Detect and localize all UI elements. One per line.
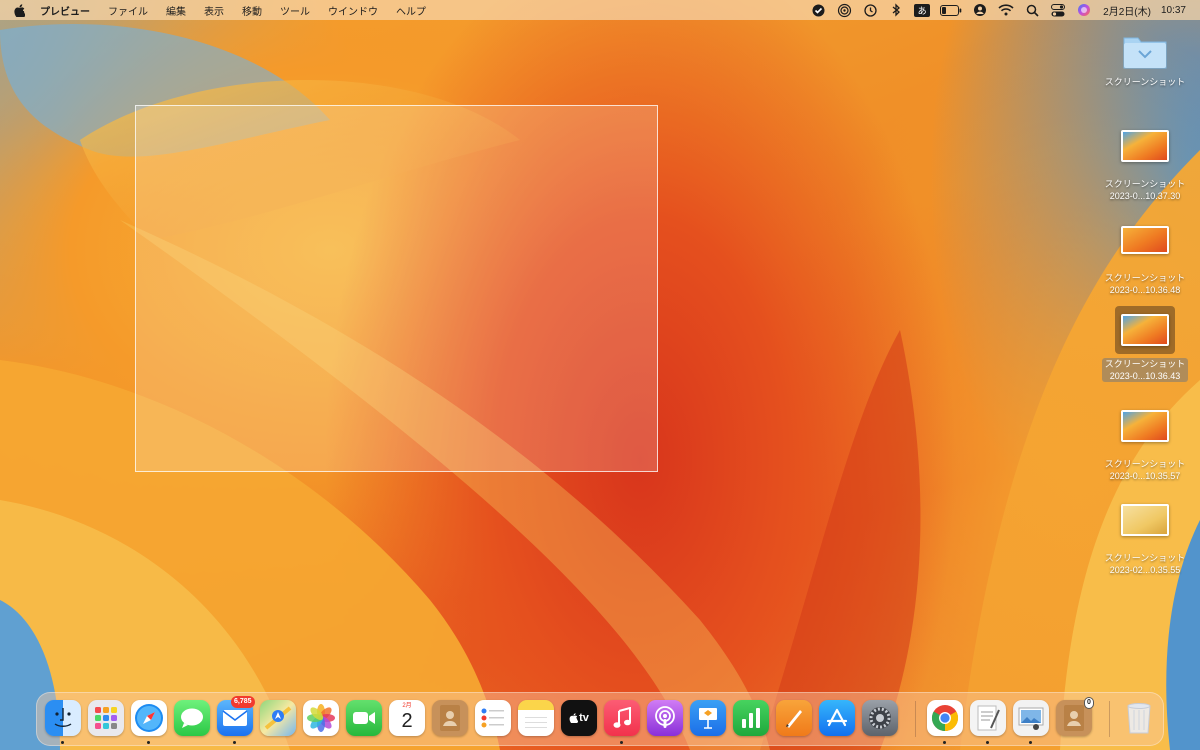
- dock-separator: [915, 701, 916, 737]
- dock-calendar-icon[interactable]: 2月 2: [389, 700, 425, 736]
- desktop-file-screenshot-3-selected[interactable]: スクリーンショット 2023-0...10.36.43: [1090, 306, 1200, 382]
- dock-separator: [1109, 701, 1110, 737]
- folder-icon: [1122, 34, 1168, 70]
- dock-messages-icon[interactable]: [174, 700, 210, 736]
- dock-numbers-icon[interactable]: [733, 700, 769, 736]
- running-indicator: [986, 741, 989, 744]
- selection-rectangle: [135, 105, 658, 472]
- siri-icon[interactable]: [1075, 0, 1093, 20]
- menu-view[interactable]: 表示: [204, 3, 224, 18]
- menu-bar: プレビュー ファイル 編集 表示 移動 ツール ウインドウ ヘルプ あ 2月2日…: [0, 0, 1200, 20]
- menu-file[interactable]: ファイル: [108, 3, 148, 18]
- image-thumbnail-icon: [1121, 504, 1169, 536]
- desktop-icon-label: スクリーンショット 2023-0...10.36.48: [1104, 273, 1186, 295]
- dock-app-store-icon[interactable]: [819, 700, 855, 736]
- dock-tv-icon[interactable]: tv: [561, 700, 597, 736]
- running-indicator: [1029, 741, 1032, 744]
- desktop-file-screenshot-1[interactable]: スクリーンショット 2023-0...10.37.30: [1090, 130, 1200, 202]
- image-thumbnail-icon: [1121, 314, 1169, 346]
- menu-tools[interactable]: ツール: [280, 3, 310, 18]
- menubar-time[interactable]: 10:37: [1161, 5, 1186, 16]
- desktop-icon-label: スクリーンショット 2023-02...0.35.55: [1104, 553, 1186, 575]
- status-check-icon[interactable]: [809, 0, 827, 20]
- input-method-icon[interactable]: あ: [913, 0, 931, 20]
- dock-preview-icon[interactable]: [1013, 700, 1049, 736]
- desktop-icon-label: スクリーンショット 2023-0...10.37.30: [1104, 179, 1186, 201]
- wifi-icon[interactable]: [997, 0, 1015, 20]
- selection-highlight: [1115, 306, 1175, 354]
- running-indicator: [61, 741, 64, 744]
- airdrop-icon[interactable]: [835, 0, 853, 20]
- calendar-day: 2: [401, 710, 413, 732]
- menu-go[interactable]: 移動: [242, 3, 262, 18]
- desktop-file-screenshot-4[interactable]: スクリーンショット 2023-0...10.35.57: [1090, 410, 1200, 482]
- running-indicator: [943, 741, 946, 744]
- input-method-label: あ: [914, 3, 931, 17]
- dock-chrome-icon[interactable]: [927, 700, 963, 736]
- dock-photos-icon[interactable]: [303, 700, 339, 736]
- dock-system-settings-icon[interactable]: [862, 700, 898, 736]
- image-thumbnail-icon: [1121, 130, 1169, 162]
- tv-label: tv: [579, 712, 589, 724]
- menubar-date[interactable]: 2月2日(木): [1103, 3, 1151, 18]
- bluetooth-icon[interactable]: [887, 0, 905, 20]
- battery-icon[interactable]: [939, 0, 963, 20]
- desktop-folder-screenshots[interactable]: スクリーンショット: [1090, 34, 1200, 88]
- dock-pages-icon[interactable]: [776, 700, 812, 736]
- desktop-icon-label: スクリーンショット 2023-0...10.35.57: [1104, 459, 1186, 481]
- dock: 6,785 2月 2 tv 0: [36, 692, 1164, 746]
- running-indicator: [620, 741, 623, 744]
- desktop-file-screenshot-2[interactable]: スクリーンショット 2023-0...10.36.48: [1090, 226, 1200, 296]
- dock-contacts-icon[interactable]: [432, 700, 468, 736]
- desktop-icon-label: スクリーンショット: [1104, 77, 1186, 87]
- user-account-icon[interactable]: [971, 0, 989, 20]
- dock-notes-icon[interactable]: [518, 700, 554, 736]
- contacts-badge: 0: [1084, 697, 1094, 709]
- menu-window[interactable]: ウインドウ: [328, 3, 378, 18]
- image-thumbnail-icon: [1121, 410, 1169, 442]
- apple-menu-icon[interactable]: [12, 3, 26, 17]
- dock-finder-icon[interactable]: [45, 700, 81, 736]
- dock-launchpad-icon[interactable]: [88, 700, 124, 736]
- running-indicator: [233, 741, 236, 744]
- dock-reminders-icon[interactable]: [475, 700, 511, 736]
- menu-app-name[interactable]: プレビュー: [40, 3, 90, 18]
- dock-keynote-icon[interactable]: [690, 700, 726, 736]
- dock-music-icon[interactable]: [604, 700, 640, 736]
- dock-podcasts-icon[interactable]: [647, 700, 683, 736]
- dock-facetime-icon[interactable]: [346, 700, 382, 736]
- dock-trash-icon[interactable]: [1121, 700, 1157, 736]
- calendar-month: 2月: [402, 703, 412, 709]
- desktop-file-screenshot-5[interactable]: スクリーンショット 2023-02...0.35.55: [1090, 504, 1200, 576]
- running-indicator: [147, 741, 150, 744]
- menu-edit[interactable]: 編集: [166, 3, 186, 18]
- spotlight-search-icon[interactable]: [1023, 0, 1041, 20]
- mail-unread-badge: 6,785: [231, 696, 255, 708]
- dock-safari-icon[interactable]: [131, 700, 167, 736]
- dock-maps-icon[interactable]: [260, 700, 296, 736]
- control-center-icon[interactable]: [1049, 0, 1067, 20]
- dock-textedit-icon[interactable]: [970, 700, 1006, 736]
- menu-help[interactable]: ヘルプ: [396, 3, 426, 18]
- time-machine-icon[interactable]: [861, 0, 879, 20]
- desktop-icon-label: スクリーンショット 2023-0...10.36.43: [1101, 358, 1189, 382]
- image-thumbnail-icon: [1121, 226, 1169, 254]
